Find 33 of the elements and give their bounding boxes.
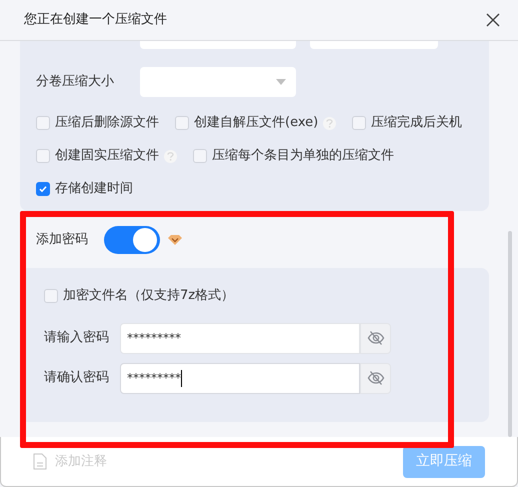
- diamond-icon: [168, 234, 182, 244]
- checkmark-icon: [38, 184, 48, 194]
- option-label: 创建固实压缩文件: [55, 147, 159, 166]
- option-label: 创建自解压文件(exe): [194, 114, 318, 132]
- input-field[interactable]: [140, 41, 296, 49]
- checkbox[interactable]: [36, 182, 50, 196]
- caret-icon: [276, 79, 286, 85]
- show-password-button[interactable]: [360, 322, 391, 354]
- option-label: 加密文件名（仅支持7z格式）: [63, 287, 234, 305]
- window-title: 您正在创建一个压缩文件: [24, 11, 167, 30]
- dropdown[interactable]: [140, 67, 296, 97]
- help-icon[interactable]: [323, 116, 336, 130]
- password-field[interactable]: *********: [120, 362, 360, 394]
- password-value: *********: [127, 332, 181, 344]
- show-password-button[interactable]: [360, 362, 391, 394]
- close-icon[interactable]: [486, 13, 500, 27]
- field-label: 分卷压缩大小: [36, 73, 115, 92]
- scrollbar-thumb[interactable]: [508, 231, 512, 437]
- help-icon[interactable]: [164, 150, 177, 162]
- option-label: 压缩每个条目为单独的压缩文件: [212, 147, 394, 166]
- toggle-switch[interactable]: [104, 226, 160, 254]
- password-value: *********: [127, 372, 181, 384]
- eye-slash-icon: [366, 330, 384, 346]
- option-label: 存储创建时间: [55, 180, 133, 198]
- option-label: 压缩后删除源文件: [55, 114, 159, 132]
- input-field[interactable]: [310, 41, 438, 49]
- eye-slash-icon: [366, 370, 384, 386]
- password-field[interactable]: *********: [120, 322, 360, 354]
- field-label: 请输入密码: [44, 329, 110, 348]
- section-label: 添加密码: [36, 230, 89, 249]
- option-label: 压缩完成后关机: [371, 114, 462, 132]
- field-label: 请确认密码: [44, 369, 110, 388]
- document-icon: [33, 453, 47, 470]
